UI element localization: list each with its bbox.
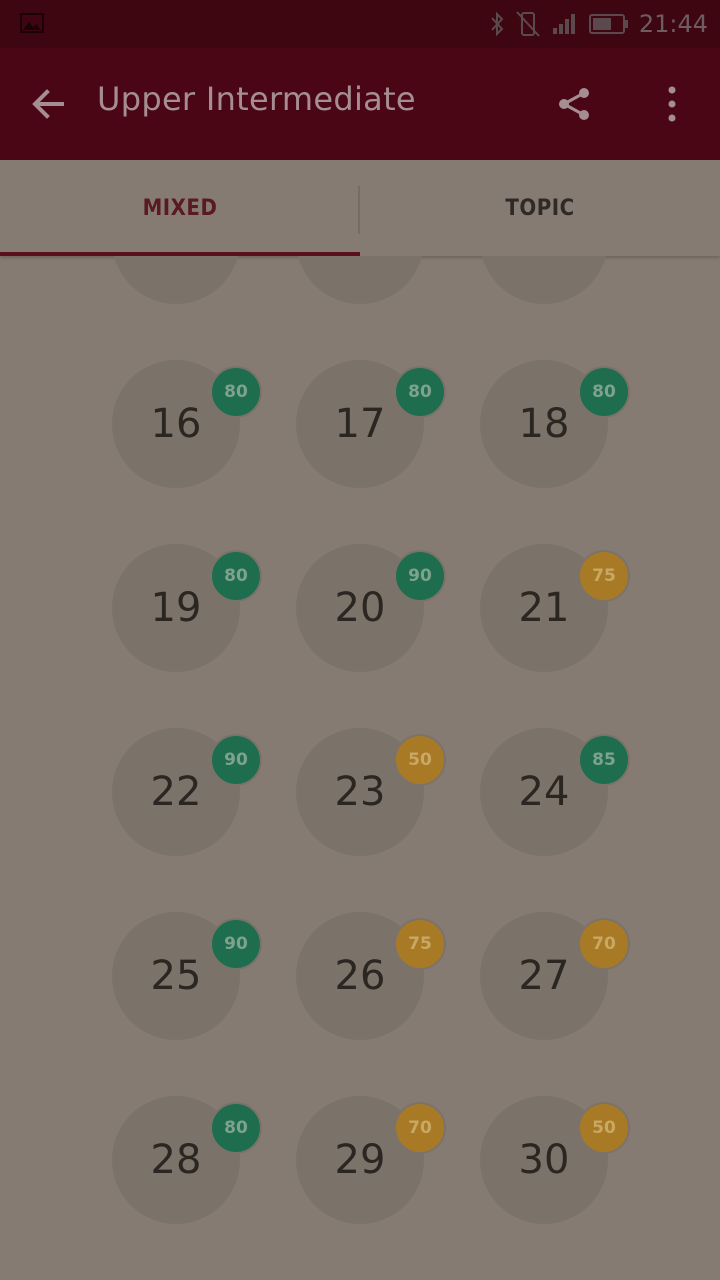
score-badge: 70 xyxy=(578,918,630,970)
score-badge: 80 xyxy=(210,366,262,418)
more-vert-icon[interactable] xyxy=(660,86,684,122)
lesson-number: 17 xyxy=(334,401,386,447)
lesson-number: 18 xyxy=(518,401,570,447)
lesson-number: 23 xyxy=(334,769,386,815)
lesson-number: 19 xyxy=(150,585,202,631)
lesson-circle-partial[interactable] xyxy=(480,256,608,304)
score-badge: 90 xyxy=(210,734,262,786)
share-icon[interactable] xyxy=(556,86,592,122)
bluetooth-icon xyxy=(491,11,504,37)
score-badge: 50 xyxy=(394,734,446,786)
lesson-number: 27 xyxy=(518,953,570,999)
lesson-circle-partial[interactable] xyxy=(112,256,240,304)
score-badge: 80 xyxy=(394,366,446,418)
vibrate-icon xyxy=(516,11,540,37)
lesson-number: 25 xyxy=(150,953,202,999)
score-badge: 70 xyxy=(394,1102,446,1154)
image-icon xyxy=(20,13,44,33)
battery-icon xyxy=(588,14,628,34)
lesson-number: 29 xyxy=(334,1137,386,1183)
score-badge: 85 xyxy=(578,734,630,786)
lesson-number: 20 xyxy=(334,585,386,631)
lesson-number: 30 xyxy=(518,1137,570,1183)
score-badge: 75 xyxy=(578,550,630,602)
score-badge: 75 xyxy=(394,918,446,970)
score-badge: 50 xyxy=(578,1102,630,1154)
status-icons: 21:44 xyxy=(489,0,708,48)
lesson-number: 22 xyxy=(150,769,202,815)
tab-mixed[interactable]: MIXED xyxy=(0,160,360,256)
score-badge: 80 xyxy=(210,550,262,602)
lesson-number: 26 xyxy=(334,953,386,999)
lesson-number: 24 xyxy=(518,769,570,815)
signal-icon xyxy=(552,14,575,34)
score-badge: 80 xyxy=(210,1102,262,1154)
app-bar: Upper Intermediate xyxy=(0,48,720,160)
tab-bar: MIXED TOPIC xyxy=(0,160,720,256)
score-badge: 90 xyxy=(210,918,262,970)
status-bar: 21:44 xyxy=(0,0,720,48)
tab-topic[interactable]: TOPIC xyxy=(360,160,720,256)
lesson-grid: 16 80 17 80 18 80 19 80 20 90 21 75 22 90 23 50 24 85 25 90… xyxy=(0,256,720,1280)
arrow-back-icon[interactable] xyxy=(28,84,68,124)
lesson-circle-partial[interactable] xyxy=(296,256,424,304)
clock-time: 21:44 xyxy=(638,10,708,38)
lesson-number: 16 xyxy=(150,401,202,447)
lesson-number: 28 xyxy=(150,1137,202,1183)
score-badge: 80 xyxy=(578,366,630,418)
page-title: Upper Intermediate xyxy=(97,80,416,118)
lesson-number: 21 xyxy=(518,585,570,631)
score-badge: 90 xyxy=(394,550,446,602)
